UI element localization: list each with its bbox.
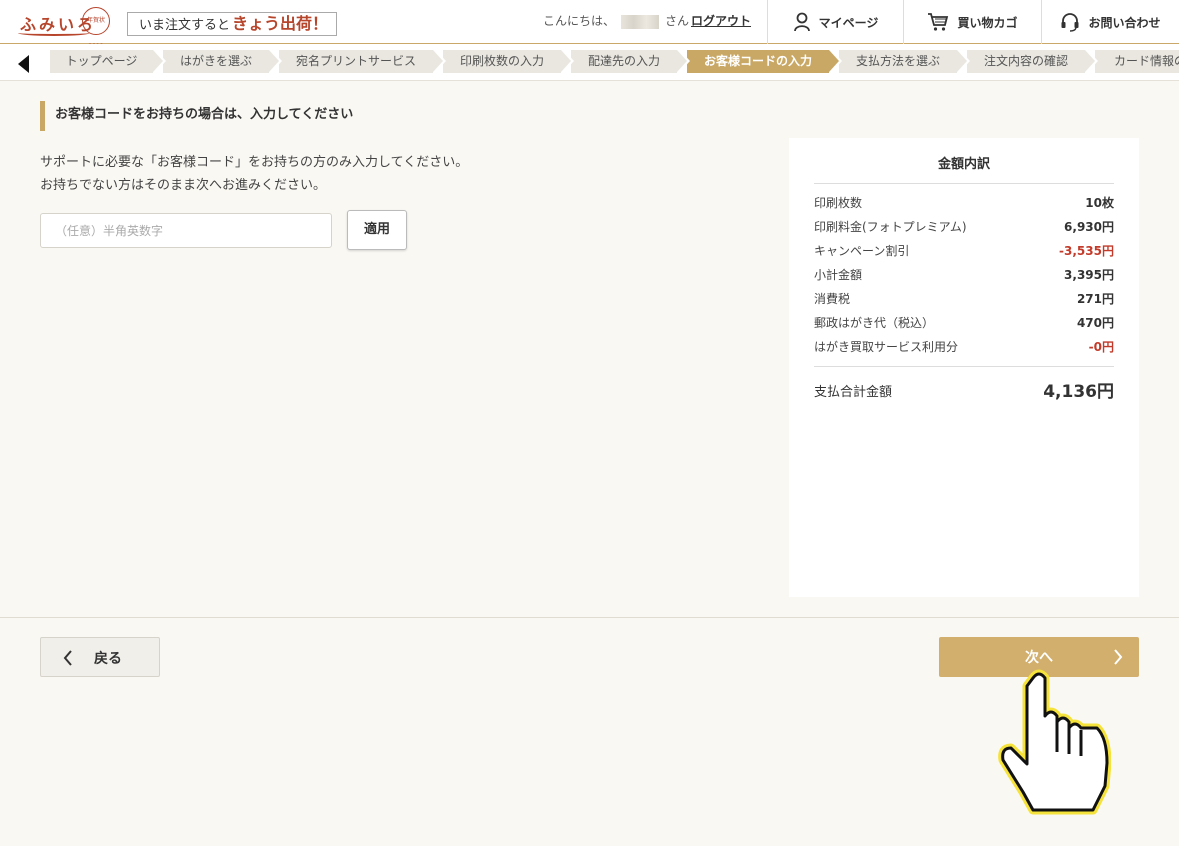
footer-divider (0, 617, 1179, 618)
customer-code-description: サポートに必要な「お客様コード」をお持ちの方のみ入力してください。 お持ちでない… (40, 151, 468, 197)
back-button[interactable]: 戻る (40, 637, 160, 677)
masked-username (621, 14, 660, 29)
promo-prefix: いま注文すると (139, 18, 231, 33)
back-button-label: 戻る (94, 651, 122, 667)
customer-code-input[interactable] (40, 213, 332, 248)
summary-row-label: 印刷料金(フォトプレミアム) (814, 220, 967, 234)
hand-pointer-cursor-icon (998, 669, 1111, 815)
section-title: お客様コードをお持ちの場合は、入力してください (40, 101, 353, 131)
summary-row-value: 470円 (1076, 316, 1114, 330)
chevron-right-icon (1114, 649, 1123, 665)
summary-row-value: -3,535円 (1059, 244, 1114, 258)
logout-link[interactable]: ログアウト (691, 12, 751, 29)
contact-link[interactable]: お問い合わせ (1041, 0, 1179, 44)
apply-button[interactable]: 適用 (347, 210, 407, 250)
step-order-confirm: 注文内容の確認 (967, 50, 1098, 73)
summary-row: 小計金額 3,395円 (814, 266, 1114, 284)
summary-row-value: 271円 (1076, 292, 1114, 306)
step-delivery-address[interactable]: 配達先の入力 (571, 50, 690, 73)
description-line-1: サポートに必要な「お客様コード」をお持ちの方のみ入力してください。 (40, 155, 469, 170)
summary-row-value: 6,930円 (1064, 220, 1114, 234)
summary-row: 郵政はがき代（税込） 470円 (814, 314, 1114, 332)
summary-row: キャンペーン割引 -3,535円 (814, 242, 1114, 260)
step-top-page[interactable]: トップページ (50, 50, 166, 73)
headset-icon (1061, 13, 1079, 32)
summary-row: 印刷料金(フォトプレミアム) 6,930円 (814, 218, 1114, 236)
step-choose-postcard[interactable]: はがきを選ぶ (163, 50, 282, 73)
summary-row-label: 郵政はがき代（税込） (814, 316, 935, 330)
description-line-2: お持ちでない方はそのまま次へお進みください。 (40, 178, 327, 193)
step-print-quantity[interactable]: 印刷枚数の入力 (443, 50, 574, 73)
person-icon (793, 12, 810, 32)
price-summary-panel: 金額内訳 印刷枚数 10枚 印刷料金(フォトプレミアム) 6,930円 キャンペ… (789, 138, 1139, 597)
cart-label: 買い物カゴ (957, 15, 1018, 30)
summary-title: 金額内訳 (937, 157, 990, 172)
cart-icon (928, 13, 949, 31)
chevron-left-icon (63, 650, 72, 666)
user-greeting: こんにちは、 さん (543, 12, 689, 29)
steps-scroll-left-icon[interactable] (18, 55, 29, 73)
next-button-label: 次へ (1025, 650, 1053, 666)
greeting-prefix: こんにちは、 (543, 14, 616, 28)
total-value: 4,136円 (1043, 382, 1114, 402)
summary-row-label: 小計金額 (814, 268, 863, 282)
summary-row: 消費税 271円 (814, 290, 1114, 308)
summary-row-label: 印刷枚数 (814, 196, 863, 210)
greeting-suffix: さん (665, 14, 690, 28)
mypage-link[interactable]: マイページ (767, 0, 903, 44)
summary-row: はがき買取サービス利用分 -0円 (814, 338, 1114, 356)
summary-row-label: キャンペーン割引 (814, 244, 910, 258)
total-label: 支払合計金額 (814, 385, 893, 400)
step-address-print[interactable]: 宛名プリントサービス (279, 50, 446, 73)
contact-label: お問い合わせ (1088, 15, 1161, 30)
logo-seal: 年賀状2019 (82, 7, 110, 50)
summary-row-value: 10枚 (1085, 196, 1114, 210)
summary-row-value: 3,395円 (1064, 268, 1114, 282)
cart-link[interactable]: 買い物カゴ (903, 0, 1041, 44)
summary-divider-top (814, 183, 1114, 184)
shipping-promo-banner: いま注文すると きょう出荷！ (127, 12, 337, 36)
summary-row-label: はがき買取サービス利用分 (814, 340, 959, 354)
summary-row-value: -0円 (1088, 340, 1114, 354)
site-logo[interactable]: ふみいろ 年賀状2019 (16, 6, 114, 50)
site-header: ふみいろ 年賀状2019 いま注文するときょう出荷！ こんにちは、 さん ログアウ… (0, 0, 1179, 50)
summary-divider-total (814, 366, 1114, 367)
step-customer-code: お客様コードの入力 (687, 50, 842, 73)
step-payment-method: 支払方法を選ぶ (839, 50, 970, 73)
mypage-label: マイページ (818, 15, 879, 30)
summary-row: 印刷枚数 10枚 (814, 194, 1114, 212)
order-steps-breadcrumb: トップページ はがきを選ぶ 宛名プリントサービス 印刷枚数の入力 配達先の入力 … (0, 44, 1179, 81)
step-card-info: カード情報の (1095, 50, 1179, 73)
logo-swoosh (18, 30, 90, 36)
promo-highlight: きょう出荷！ (232, 14, 329, 33)
summary-row-label: 消費税 (814, 292, 851, 306)
